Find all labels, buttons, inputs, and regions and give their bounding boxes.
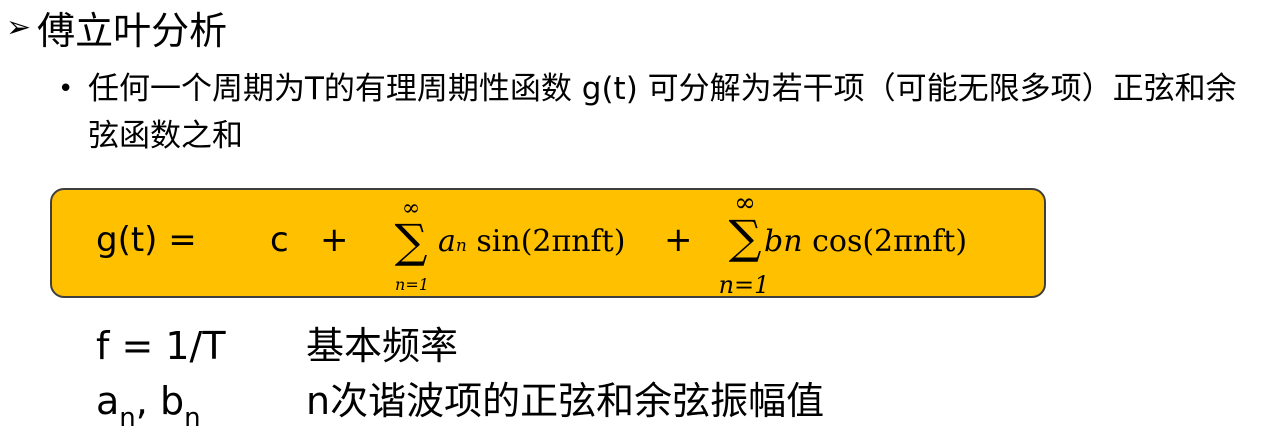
sigma-symbol: ∑ [394, 214, 428, 268]
symbol-a-sub: n [119, 403, 136, 433]
amplitude-description: n次谐波项的正弦和余弦振幅值 [306, 379, 825, 423]
symbol-b-sub: n [184, 403, 201, 433]
symbol-b: b [159, 379, 185, 423]
sine-term: an sin(2πnft) [438, 224, 625, 259]
heading-title: 傅立叶分析 [37, 8, 228, 53]
cos-expression: cos(2πnft) [812, 224, 968, 259]
formula-lhs: g(t) = [96, 220, 197, 260]
symbol-a: a [96, 379, 120, 423]
bullet-text: 任何一个周期为T的有理周期性函数 g(t) 可分解为若干项（可能无限多项）正弦和… [88, 71, 1237, 154]
frequency-description: 基本频率 [306, 324, 459, 368]
coef-b: bn [764, 224, 803, 259]
amplitude-symbols: an, bn [96, 378, 201, 433]
coef-a: a [438, 224, 456, 259]
frequency-symbol: f = 1/T [96, 324, 226, 368]
sum-lower-limit: n=1 [718, 271, 770, 299]
sin-expression: sin(2πnft) [476, 224, 626, 259]
bullet-dot-icon: • [58, 74, 74, 104]
symbol-separator: , [135, 379, 160, 423]
cosine-term: bn cos(2πnft) [764, 224, 967, 259]
coef-a-sub: n [455, 236, 467, 256]
formula-plus-2: + [664, 220, 693, 260]
sum-lower-limit: n=1 [395, 275, 429, 294]
section-heading: ➢ 傅立叶分析 [6, 2, 228, 53]
sigma-symbol: ∑ [728, 210, 762, 264]
bullet-item: • 任何一个周期为T的有理周期性函数 g(t) 可分解为若干项（可能无限多项）正… [58, 66, 1253, 160]
fourier-formula-box: g(t) = c + ∞ ∑ n=1 an sin(2πnft) + ∞ ∑ n… [50, 188, 1046, 298]
formula-plus-1: + [320, 220, 349, 260]
arrow-bullet-icon: ➢ [6, 9, 32, 45]
formula-constant: c [270, 220, 289, 260]
